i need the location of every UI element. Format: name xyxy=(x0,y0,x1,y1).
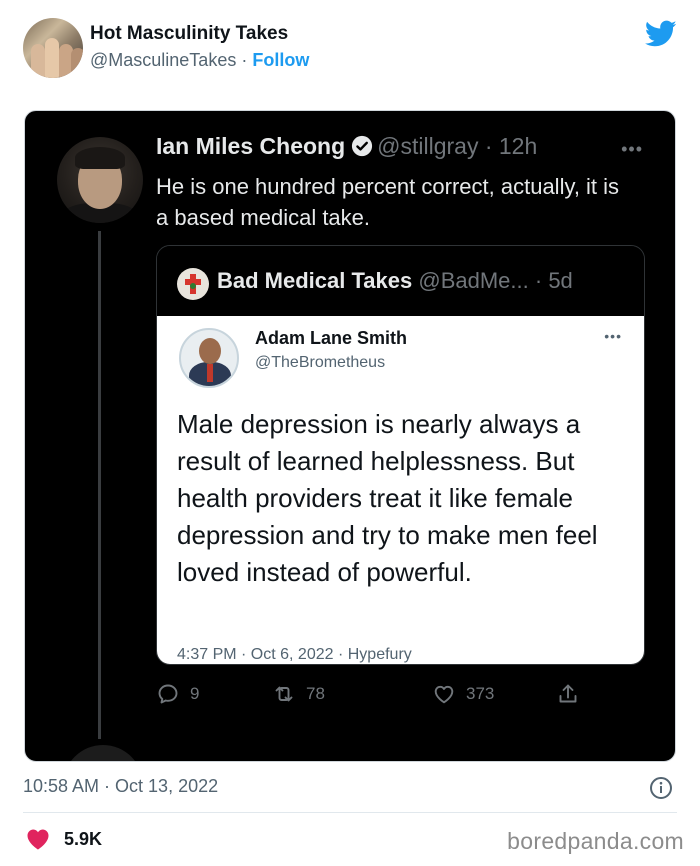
inner-tweet-more-icon: ••• xyxy=(621,139,643,159)
verified-icon xyxy=(352,135,373,157)
quoted-screenshot: Adam Lane Smith @TheBrometheus ••• Male … xyxy=(157,316,644,664)
retweet-count: 78 xyxy=(306,684,325,703)
inner-tweet-avatar xyxy=(57,137,143,223)
tweet-screenshot-image: Ian Miles Cheong @stillgray · 12h ••• He… xyxy=(24,110,676,762)
retweet-action: 78 xyxy=(272,679,325,709)
like-button[interactable]: 5.9K xyxy=(26,826,102,852)
info-icon[interactable] xyxy=(649,776,673,800)
boredpanda-watermark: boredpanda.com xyxy=(507,828,684,854)
screenshot-name: Adam Lane Smith xyxy=(255,328,408,348)
like-count-inner: 373 xyxy=(466,684,495,703)
quote-name: Bad Medical Takes xyxy=(217,268,413,293)
twitter-bird-icon[interactable] xyxy=(645,20,677,48)
quote-header-text: Bad Medical Takes @BadMe... · 5d xyxy=(217,268,573,294)
inner-tweet-header: Ian Miles Cheong @stillgray · 12h xyxy=(156,133,626,163)
screenshot-meta: 4:37 PM · Oct 6, 2022 · Hypefury xyxy=(177,646,412,663)
author-handle-line: @MasculineTakes · Follow xyxy=(90,50,309,71)
reply-count: 9 xyxy=(190,684,200,703)
author-handle[interactable]: @MasculineTakes xyxy=(90,50,236,70)
footer-divider xyxy=(23,812,677,813)
like-icon xyxy=(434,685,454,704)
quote-handle: @BadMe... xyxy=(418,268,529,293)
medical-cross-icon xyxy=(185,274,201,294)
author-name[interactable]: Hot Masculinity Takes xyxy=(90,23,288,45)
inner-tweet-time: · 12h xyxy=(484,133,538,159)
like-action: 373 xyxy=(432,679,494,709)
screenshot-more-icon: ••• xyxy=(604,328,622,344)
screenshot-avatar xyxy=(179,328,239,388)
share-icon xyxy=(559,684,577,703)
quote-tweet-header: Bad Medical Takes @BadMe... · 5d xyxy=(157,246,644,316)
reply-action: 9 xyxy=(156,679,199,709)
follow-button[interactable]: Follow xyxy=(252,50,309,70)
next-reply-avatar xyxy=(63,745,143,761)
quote-tweet-card: Bad Medical Takes @BadMe... · 5d Adam La… xyxy=(156,245,645,665)
inner-tweet-text: He is one hundred percent correct, actua… xyxy=(156,174,620,230)
retweet-icon xyxy=(275,686,293,702)
inner-tweet-handle: @stillgray xyxy=(377,133,479,159)
embed-header: Hot Masculinity Takes @MasculineTakes · … xyxy=(23,18,683,80)
tweet-timestamp[interactable]: 10:58 AM · Oct 13, 2022 xyxy=(23,776,218,797)
thread-line xyxy=(98,231,101,739)
screenshot-tweet-text: Male depression is nearly always a resul… xyxy=(177,409,598,587)
heart-icon xyxy=(27,829,49,850)
quote-time: · 5d xyxy=(534,268,573,293)
author-avatar[interactable] xyxy=(23,18,83,78)
quote-avatar xyxy=(177,268,209,300)
share-action xyxy=(556,679,580,709)
screenshot-handle: @TheBrometheus xyxy=(255,354,386,371)
reply-icon xyxy=(158,684,178,704)
like-count: 5.9K xyxy=(64,828,103,849)
handle-separator: · xyxy=(241,50,248,70)
inner-tweet-name: Ian Miles Cheong xyxy=(156,133,346,159)
inner-tweet-actions: 9 78 373 xyxy=(156,679,596,709)
